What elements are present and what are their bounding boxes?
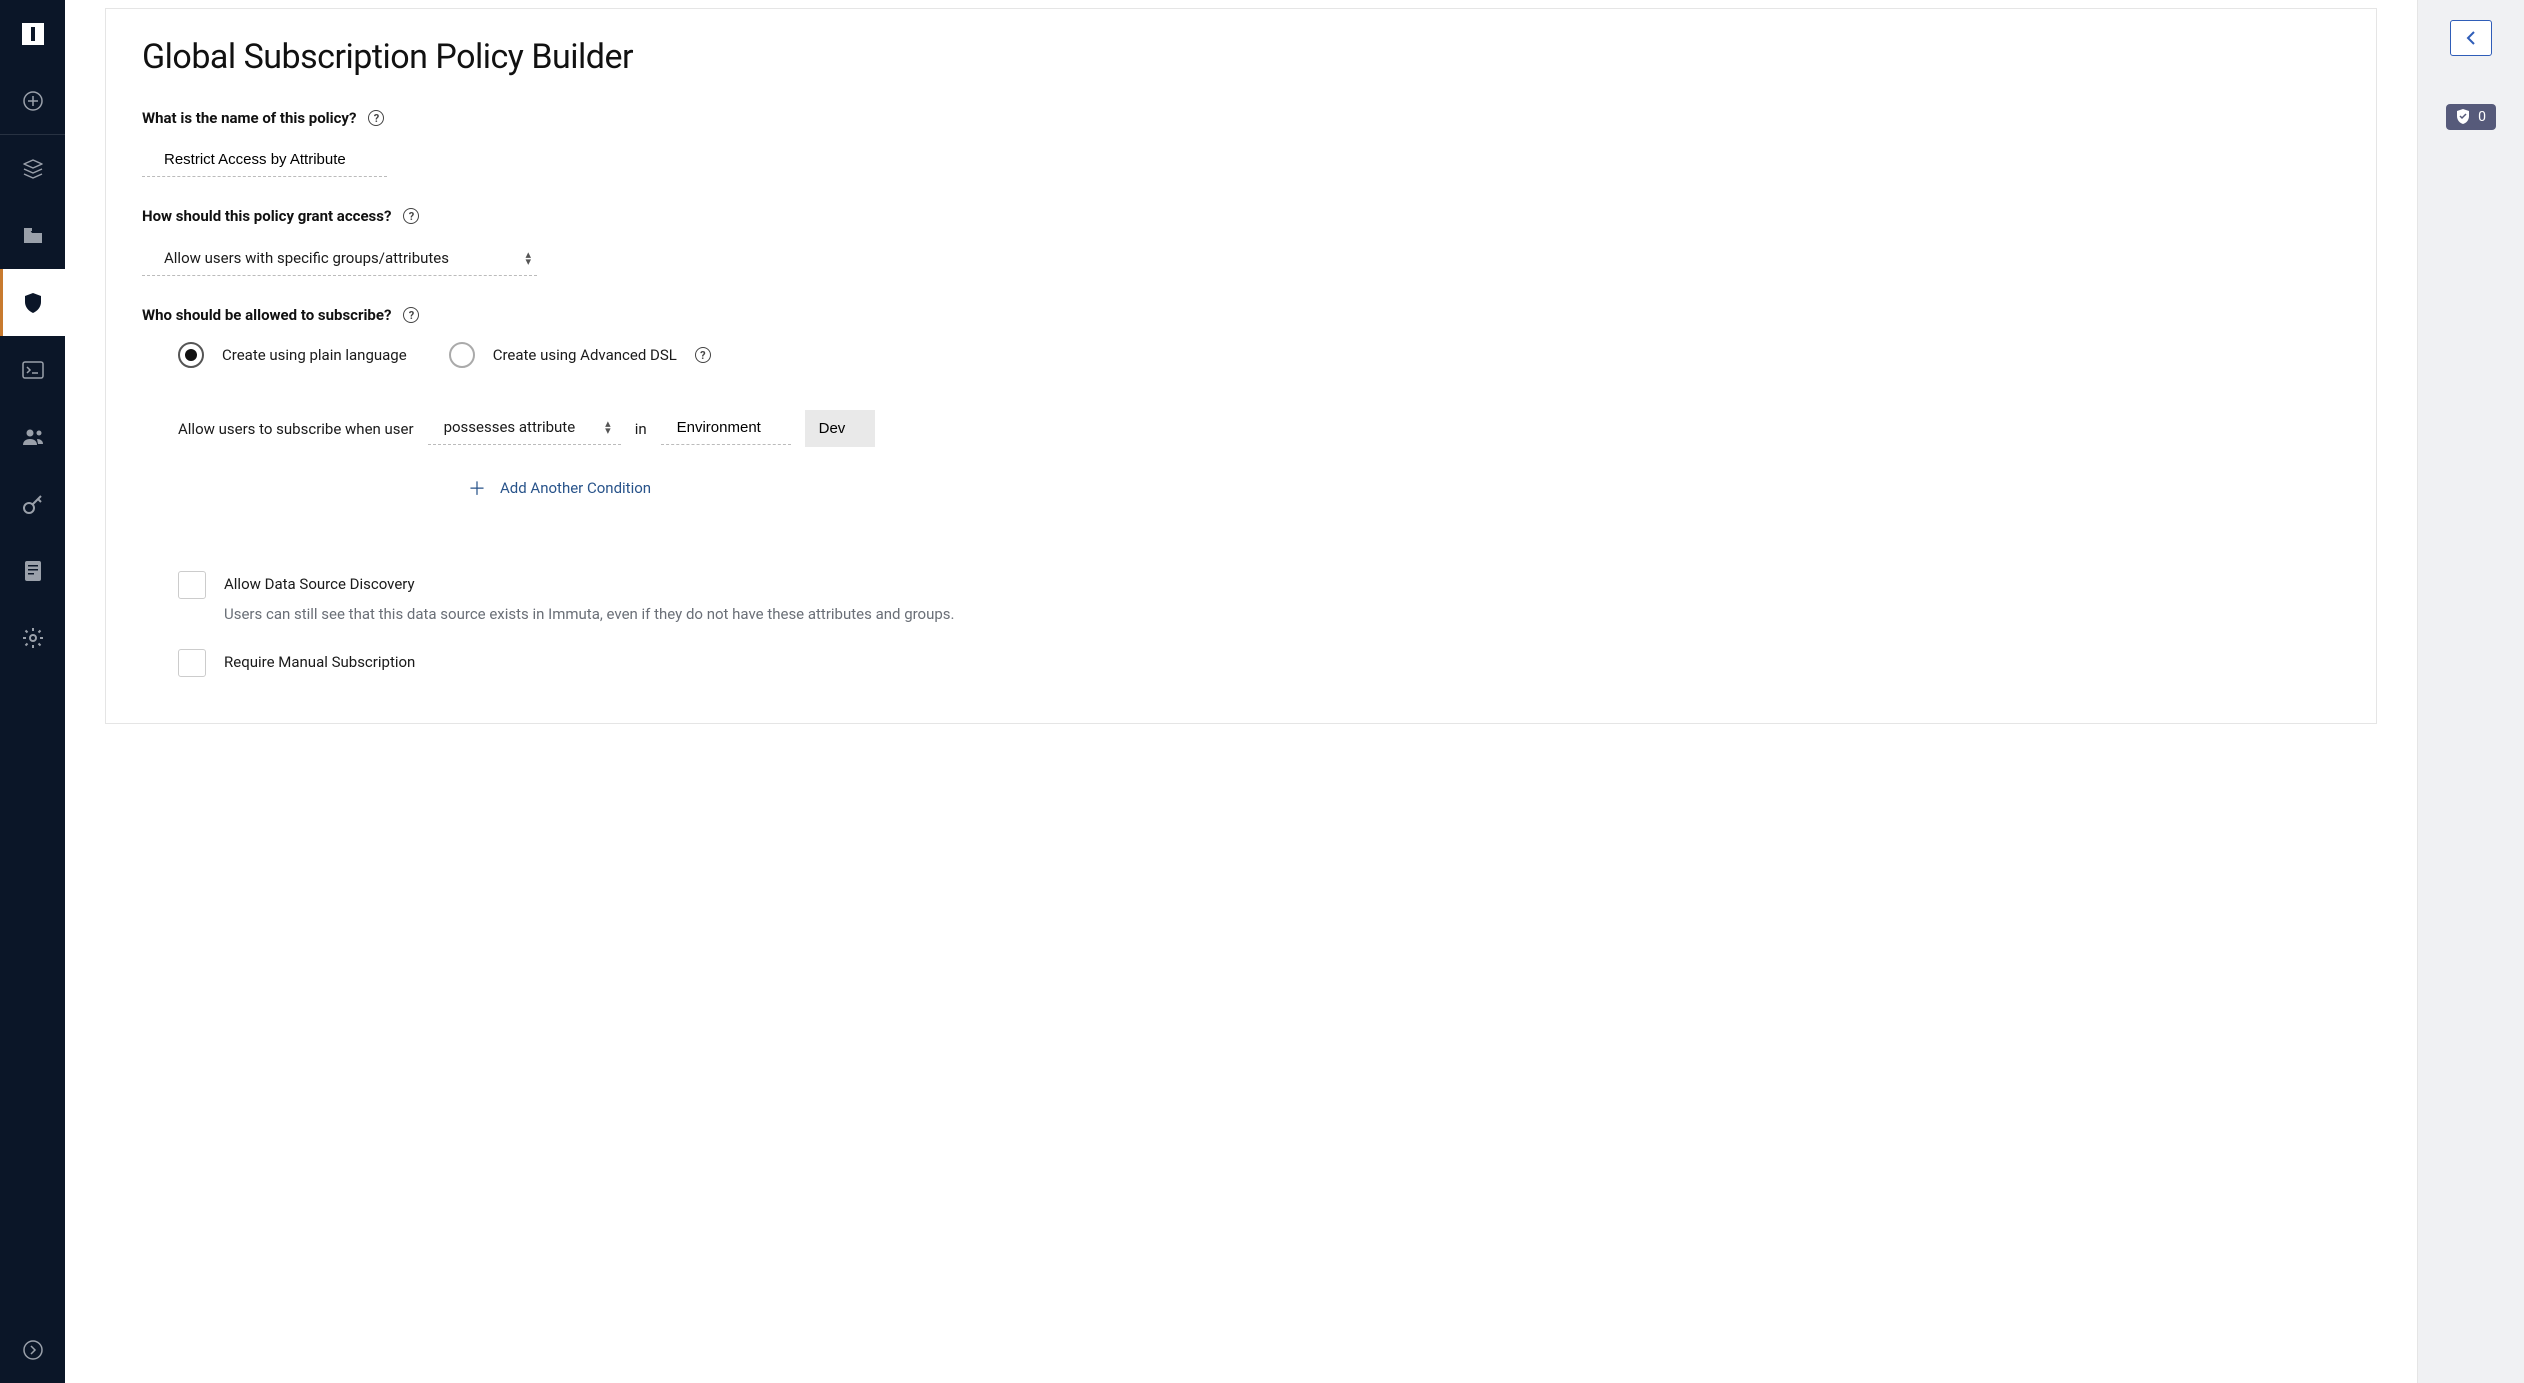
manual-label: Require Manual Subscription: [224, 649, 415, 671]
rule-operator-value: possesses attribute: [444, 418, 576, 436]
discovery-helper: Users can still see that this data sourc…: [142, 605, 2340, 623]
add-condition-button[interactable]: ＋ Add Another Condition: [142, 475, 2340, 501]
sidebar-item-logo[interactable]: [0, 0, 65, 67]
rule-joiner: in: [635, 420, 647, 438]
gear-icon: [22, 627, 44, 649]
discovery-label: Allow Data Source Discovery: [224, 571, 415, 593]
sidebar-item-users[interactable]: [0, 403, 65, 470]
sidebar-item-terminal[interactable]: [0, 336, 65, 403]
subscribe-label-row: Who should be allowed to subscribe? ?: [142, 306, 2340, 324]
policy-count-badge[interactable]: 0: [2446, 104, 2496, 130]
sidebar-item-new[interactable]: [0, 67, 65, 134]
policy-builder-card: Global Subscription Policy Builder What …: [105, 8, 2377, 724]
manual-checkbox-row: Require Manual Subscription: [142, 649, 2340, 677]
content-wrap: Global Subscription Policy Builder What …: [65, 0, 2417, 1383]
plus-icon: ＋: [468, 475, 486, 501]
add-condition-label: Add Another Condition: [500, 479, 651, 497]
help-icon[interactable]: ?: [403, 208, 419, 224]
collapse-rail-button[interactable]: [2450, 20, 2492, 56]
help-icon[interactable]: ?: [368, 110, 384, 126]
radio-advanced-dsl[interactable]: Create using Advanced DSL ?: [449, 342, 711, 368]
radio-icon: [449, 342, 475, 368]
logo-icon: [22, 23, 44, 45]
folder-icon: [22, 226, 44, 246]
sidebar-item-collapse[interactable]: [0, 1316, 65, 1383]
shield-check-icon: [2456, 109, 2470, 125]
subscribe-label: Who should be allowed to subscribe?: [142, 306, 391, 324]
rule-prefix: Allow users to subscribe when user: [178, 420, 414, 438]
document-icon: [24, 560, 42, 582]
radio-plain-language[interactable]: Create using plain language: [178, 342, 407, 368]
rule-operator-select[interactable]: possesses attribute ▴▾: [428, 412, 621, 445]
rule-key-input[interactable]: [661, 413, 791, 445]
radio-dsl-label: Create using Advanced DSL: [493, 346, 677, 364]
grant-access-value: Allow users with specific groups/attribu…: [164, 249, 449, 267]
grant-access-label: How should this policy grant access?: [142, 207, 391, 225]
shield-icon: [23, 292, 43, 314]
users-icon: [21, 427, 45, 447]
terminal-icon: [22, 361, 44, 379]
sidebar-item-settings[interactable]: [0, 604, 65, 671]
help-icon[interactable]: ?: [403, 307, 419, 323]
sidebar-item-folder[interactable]: [0, 202, 65, 269]
chevron-left-icon: [2466, 31, 2476, 45]
rule-row: Allow users to subscribe when user posse…: [142, 410, 2340, 447]
radio-plain-label: Create using plain language: [222, 346, 407, 364]
plus-circle-icon: [23, 91, 43, 111]
manual-checkbox[interactable]: [178, 649, 206, 677]
arrow-right-circle-icon: [23, 1340, 43, 1360]
policy-name-label: What is the name of this policy?: [142, 109, 356, 127]
radio-icon: [178, 342, 204, 368]
layers-icon: [22, 158, 44, 180]
grant-access-label-row: How should this policy grant access? ?: [142, 207, 2340, 225]
discovery-checkbox[interactable]: [178, 571, 206, 599]
sidebar-item-keys[interactable]: [0, 470, 65, 537]
key-icon: [22, 493, 44, 515]
badge-count: 0: [2478, 109, 2486, 125]
sidebar-item-layers[interactable]: [0, 135, 65, 202]
policy-name-input[interactable]: [142, 145, 387, 177]
right-rail: 0: [2417, 0, 2524, 1383]
sidebar: [0, 0, 65, 1383]
policy-name-label-row: What is the name of this policy? ?: [142, 109, 2340, 127]
discovery-checkbox-row: Allow Data Source Discovery: [142, 571, 2340, 599]
grant-access-select[interactable]: Allow users with specific groups/attribu…: [142, 243, 537, 276]
rule-value-input[interactable]: [805, 410, 875, 447]
sort-arrows-icon: ▴▾: [525, 251, 531, 265]
sidebar-item-policies[interactable]: [0, 269, 65, 336]
sidebar-item-docs[interactable]: [0, 537, 65, 604]
main: Global Subscription Policy Builder What …: [65, 0, 2524, 1383]
sort-arrows-icon: ▴▾: [605, 420, 611, 434]
help-icon[interactable]: ?: [695, 347, 711, 363]
subscribe-mode-radios: Create using plain language Create using…: [142, 342, 2340, 368]
page-title: Global Subscription Policy Builder: [142, 37, 2340, 77]
